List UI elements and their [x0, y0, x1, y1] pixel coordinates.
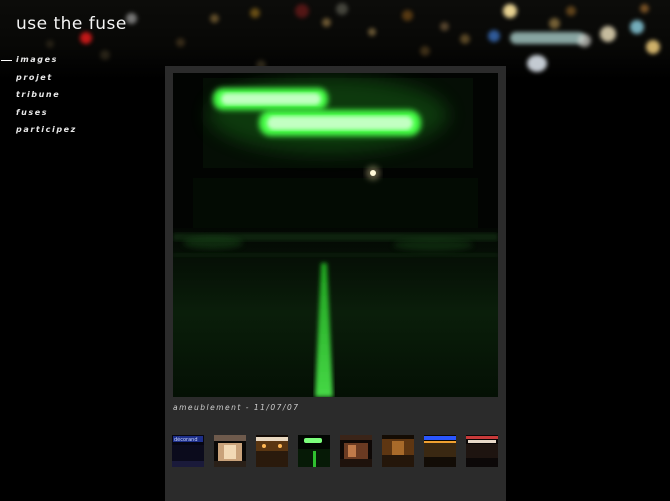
nav-item-fuses[interactable]: fuses — [0, 107, 77, 125]
thumbnail-strip: décorand — [172, 435, 502, 467]
thumbnail-1[interactable]: décorand — [172, 435, 204, 467]
nav-item-label: participez — [16, 125, 77, 134]
thumbnail-8[interactable] — [466, 435, 498, 467]
nav-item-label: images — [16, 55, 58, 64]
thumbnail-3[interactable] — [256, 435, 288, 467]
thumbnail-4[interactable] — [298, 435, 330, 467]
thumbnail-7[interactable] — [424, 435, 456, 467]
nav-item-label: tribune — [16, 90, 61, 99]
photo-caption: ameublement - 11/07/07 — [173, 403, 300, 412]
nav-item-label: projet — [16, 72, 53, 82]
thumbnail-sign-text: décorand — [174, 436, 198, 443]
thumbnail-6[interactable] — [382, 435, 414, 467]
nav-item-participez[interactable]: participez — [0, 124, 77, 142]
active-nav-marker — [1, 60, 12, 61]
thumbnail-2[interactable] — [214, 435, 246, 467]
thumbnail-5[interactable] — [340, 435, 372, 467]
main-navigation: images projet tribune fuses participez — [0, 54, 77, 142]
neon-sign-photo — [173, 73, 498, 397]
site-title[interactable]: use the fuse — [16, 14, 127, 34]
nav-item-projet[interactable]: projet — [0, 72, 77, 90]
main-photo[interactable] — [173, 73, 498, 397]
nav-item-images[interactable]: images — [0, 54, 77, 72]
gallery-panel: ameublement - 11/07/07 décorand — [165, 66, 506, 501]
nav-item-tribune[interactable]: tribune — [0, 89, 77, 107]
nav-item-label: fuses — [16, 107, 49, 117]
